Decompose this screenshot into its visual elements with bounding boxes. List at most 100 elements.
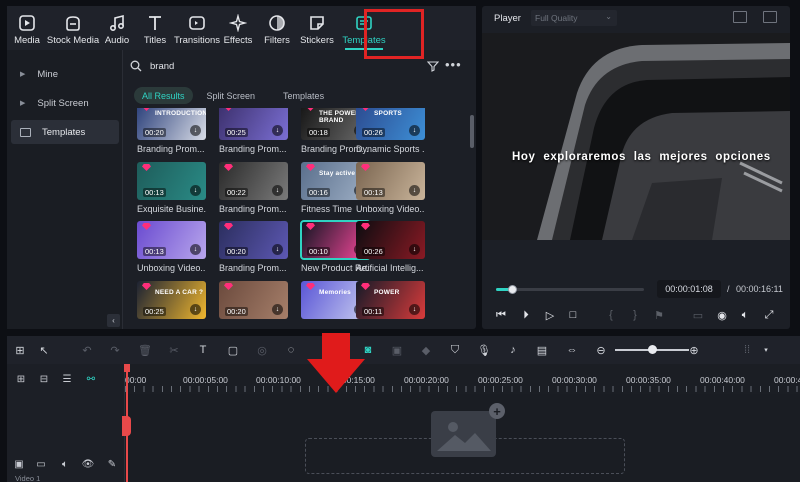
- grid-view-icon[interactable]: [733, 11, 747, 23]
- download-icon[interactable]: ↓: [190, 244, 201, 255]
- template-card[interactable]: 00:20 ↓ Branding Prom...: [219, 221, 288, 273]
- mark-in-icon[interactable]: {: [604, 308, 618, 322]
- keyframe-icon[interactable]: ◆: [419, 343, 433, 357]
- tab-templates[interactable]: Templates: [337, 6, 391, 50]
- more-options-icon[interactable]: •••: [445, 57, 462, 72]
- template-card[interactable]: 00:13 ↓ Unboxing Video...: [356, 162, 425, 214]
- fit-timeline-icon[interactable]: ⇔: [565, 343, 579, 357]
- split-scissors-icon[interactable]: ✂: [167, 343, 181, 357]
- play-icon[interactable]: ▷: [543, 308, 557, 322]
- download-icon[interactable]: ↓: [272, 125, 283, 136]
- add-media-plus-icon[interactable]: +: [489, 403, 505, 419]
- folder-icon[interactable]: ▭: [35, 458, 47, 470]
- playhead-marker[interactable]: [124, 364, 130, 372]
- tab-audio[interactable]: Audio: [99, 6, 135, 50]
- quality-dropdown[interactable]: Full Quality ⌄: [531, 10, 617, 26]
- tab-stock-media[interactable]: Stock Media: [47, 6, 99, 50]
- download-icon[interactable]: ↓: [190, 185, 201, 196]
- playback-progress[interactable]: [496, 285, 644, 294]
- template-card[interactable]: INTRODUCTION 00:20 ↓ Branding Prom...: [137, 108, 206, 154]
- marker-icon[interactable]: ⚑: [652, 308, 666, 322]
- color-icon[interactable]: ◎: [255, 343, 269, 357]
- add-track-icon[interactable]: ⊞: [15, 373, 27, 385]
- chip-split-screen[interactable]: Split Screen: [199, 87, 264, 104]
- ai-tool-icon[interactable]: ◌: [284, 343, 298, 357]
- select-tool-icon[interactable]: ↖: [37, 343, 51, 357]
- previous-frame-icon[interactable]: ⏮: [494, 308, 508, 322]
- template-card[interactable]: SPORTS 00:26 ↓ Dynamic Sports ...: [356, 108, 425, 154]
- camera-snapshot-icon[interactable]: ◉: [715, 308, 729, 322]
- template-card[interactable]: 00:20 ↓: [219, 281, 288, 319]
- sidebar-item-mine[interactable]: ▶ Mine: [11, 62, 119, 86]
- magnet-snap-icon[interactable]: ⚯: [85, 373, 97, 385]
- display-icon[interactable]: ▭: [691, 308, 705, 322]
- download-icon[interactable]: ↓: [409, 185, 420, 196]
- download-icon[interactable]: ↓: [190, 125, 201, 136]
- download-icon[interactable]: ↓: [272, 304, 283, 315]
- text-tool-icon[interactable]: T: [196, 343, 210, 357]
- volume-icon[interactable]: 🔈︎: [738, 308, 752, 322]
- lock-icon[interactable]: ✎: [106, 458, 118, 470]
- scrollbar[interactable]: [470, 115, 474, 148]
- volume-icon[interactable]: 🔈︎: [59, 458, 71, 470]
- download-icon[interactable]: ↓: [409, 125, 420, 136]
- delete-icon[interactable]: 🗑︎: [138, 343, 152, 357]
- snapshot-edit-icon[interactable]: ▤: [535, 343, 549, 357]
- duration-badge: 00:16: [307, 188, 330, 197]
- microphone-icon[interactable]: 🎙︎: [477, 343, 491, 357]
- sidebar-item-split-screen[interactable]: ▶ Split Screen: [11, 91, 119, 115]
- undo-icon[interactable]: ↶: [80, 343, 94, 357]
- download-icon[interactable]: ↓: [409, 244, 420, 255]
- tab-stickers[interactable]: Stickers: [297, 6, 337, 50]
- search-input[interactable]: brand: [150, 61, 174, 72]
- download-icon[interactable]: ↓: [272, 244, 283, 255]
- tab-titles[interactable]: Titles: [135, 6, 175, 50]
- download-icon[interactable]: ↓: [272, 185, 283, 196]
- video-preview[interactable]: Hoy exploraremos las mejores opciones: [482, 33, 790, 240]
- record-icon[interactable]: ▣: [390, 343, 404, 357]
- zoom-in-icon[interactable]: ⊕: [687, 343, 701, 357]
- track-manager-icon[interactable]: ☰: [61, 373, 73, 385]
- stop-icon[interactable]: □: [566, 308, 580, 322]
- tab-media[interactable]: Media: [7, 6, 47, 50]
- fullscreen-icon[interactable]: ⤢: [762, 308, 776, 322]
- sidebar-item-templates[interactable]: Templates: [11, 120, 119, 144]
- zoom-slider-knob[interactable]: [648, 345, 657, 354]
- layout-grid-icon[interactable]: ⊞: [13, 343, 27, 357]
- template-card[interactable]: 00:13 ↓ Unboxing Video...: [137, 221, 206, 273]
- chip-all-results[interactable]: All Results: [134, 87, 193, 104]
- eye-icon[interactable]: 👁︎: [82, 458, 95, 470]
- tab-effects[interactable]: Effects: [219, 6, 257, 50]
- search-bar[interactable]: brand •••: [124, 54, 464, 78]
- timeline-ruler[interactable]: 00:00 00:00:05:00 00:00:10:00 00:00:15:00 00…: [125, 364, 800, 394]
- text-t-icon: [149, 16, 161, 30]
- playhead-handle[interactable]: [122, 416, 131, 436]
- collapse-sidebar-button[interactable]: ‹: [107, 314, 120, 327]
- crop-icon[interactable]: ▢: [226, 343, 240, 357]
- template-card[interactable]: 00:13 ↓ Exquisite Busine...: [137, 162, 206, 214]
- tab-transitions[interactable]: Transitions: [174, 6, 220, 50]
- template-card[interactable]: NEED A CAR ? 00:25 ↓: [137, 281, 206, 319]
- progress-knob[interactable]: [508, 285, 518, 294]
- step-play-icon[interactable]: ⏵: [519, 308, 533, 322]
- tab-filters[interactable]: Filters: [257, 6, 297, 50]
- redo-icon[interactable]: ↷: [108, 343, 122, 357]
- zoom-out-icon[interactable]: ⊖: [594, 343, 608, 357]
- download-icon[interactable]: ↓: [190, 304, 201, 315]
- mark-out-icon[interactable]: }: [628, 308, 642, 322]
- template-card[interactable]: POWER 00:11 ↓: [356, 281, 425, 319]
- template-card[interactable]: 00:26 ↓ Artificial Intellig...: [356, 221, 425, 273]
- chevron-right-icon: ▶: [20, 71, 26, 78]
- filter-icon[interactable]: [427, 60, 439, 72]
- template-card[interactable]: 00:22 ↓ Branding Prom...: [219, 162, 288, 214]
- current-time[interactable]: 00:00:01:08: [657, 280, 721, 298]
- download-icon[interactable]: ↓: [409, 304, 420, 315]
- link-icon[interactable]: ⊟: [38, 373, 50, 385]
- template-card[interactable]: 00:25 ↓ Branding Prom...: [219, 108, 288, 154]
- snapshot-image-icon[interactable]: [763, 11, 777, 23]
- chevron-down-icon[interactable]: ▾: [759, 343, 773, 357]
- shield-icon[interactable]: ⛉: [448, 343, 462, 357]
- chip-templates[interactable]: Templates: [275, 87, 332, 104]
- audio-list-icon[interactable]: ♪: [506, 343, 520, 357]
- settings-grid-icon[interactable]: ⁞⁞: [740, 343, 754, 357]
